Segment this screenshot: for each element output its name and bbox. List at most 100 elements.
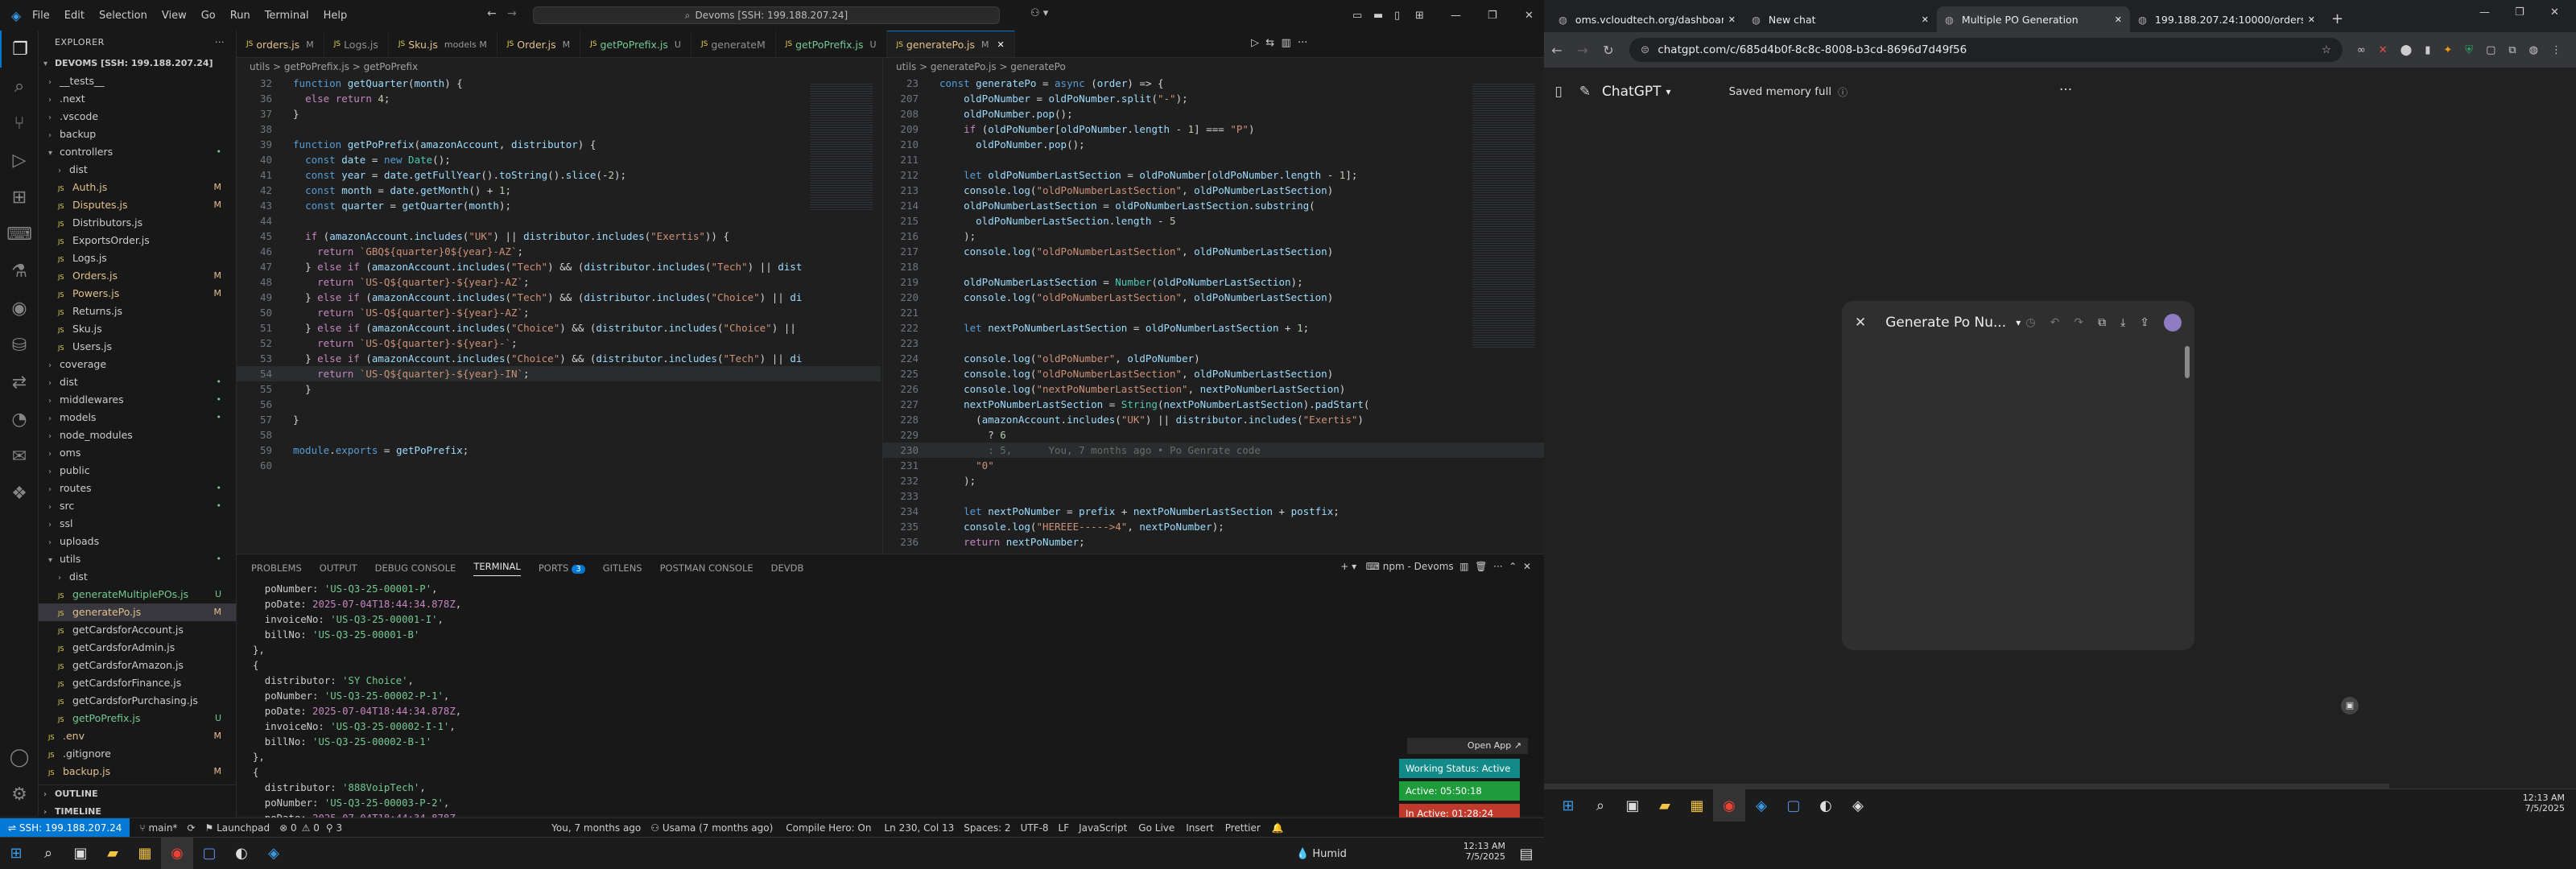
- code-line[interactable]: 36 else return 4;: [237, 91, 881, 106]
- launchpad-label[interactable]: Launchpad: [217, 822, 270, 834]
- maximize-panel-icon[interactable]: ⌃: [1509, 561, 1517, 572]
- code-line[interactable]: 45 if (amazonAccount.includes("UK") || d…: [237, 229, 881, 244]
- file-item[interactable]: JS Disputes.js M: [39, 196, 236, 214]
- folder-item[interactable]: › src •: [39, 497, 236, 515]
- code-line[interactable]: 229 ? 6: [883, 427, 1544, 443]
- workspace-root[interactable]: ▾ DEVOMS [SSH: 199.188.207.24]: [39, 55, 236, 72]
- close-panel-icon[interactable]: ✕: [1523, 561, 1531, 572]
- code-line[interactable]: 49 } else if (amazonAccount.includes("Te…: [237, 290, 881, 305]
- vscode-taskbar-icon[interactable]: ◈: [258, 838, 290, 869]
- editor-tab[interactable]: JS orders.js M: [237, 31, 324, 57]
- author-label[interactable]: Usama (7 months ago): [663, 822, 773, 834]
- code-line[interactable]: 41 const year = date.getFullYear().toStr…: [237, 167, 881, 183]
- back-icon[interactable]: ←: [487, 7, 497, 20]
- task-view-icon[interactable]: ▣: [64, 838, 97, 869]
- code-line[interactable]: 47 } else if (amazonAccount.includes("Te…: [237, 259, 881, 274]
- notifications-icon[interactable]: ▤: [1510, 838, 1542, 869]
- app-icon[interactable]: ◐: [225, 838, 258, 869]
- vscode-taskbar-icon[interactable]: ◈: [1745, 789, 1777, 822]
- new-chat-icon[interactable]: ✎: [1573, 84, 1597, 100]
- command-center[interactable]: ⌕ Devoms [SSH: 199.188.207.24]: [533, 6, 1000, 24]
- file-item[interactable]: JS backup.js M: [39, 763, 236, 780]
- errors-count[interactable]: 0: [291, 822, 297, 834]
- more-actions-icon[interactable]: ···: [215, 31, 225, 55]
- file-item[interactable]: JS .gitignore: [39, 745, 236, 763]
- folder-item[interactable]: › dist •: [39, 373, 236, 391]
- code-line[interactable]: 235 console.log("HEREEE----->4", nextPoN…: [883, 519, 1544, 534]
- file-item[interactable]: JS getCardsforAmazon.js: [39, 657, 236, 674]
- compare-icon[interactable]: ⇆: [1265, 37, 1274, 49]
- extension-icon[interactable]: ✕: [2379, 44, 2388, 56]
- zoom-icon[interactable]: ▢: [193, 838, 225, 869]
- undo-icon[interactable]: ↶: [2050, 316, 2060, 329]
- file-item[interactable]: JS ExportsOrder.js: [39, 232, 236, 249]
- indentation[interactable]: Spaces: 2: [964, 822, 1010, 834]
- copy-icon[interactable]: ⧉: [2098, 316, 2106, 329]
- forward-icon[interactable]: →: [507, 7, 517, 20]
- editor-tab[interactable]: JS generateM: [691, 31, 776, 57]
- right-code[interactable]: 23 const generatePo = async (order) => {2…: [883, 76, 1544, 550]
- remote-indicator[interactable]: ⇌ SSH: 199.188.207.24: [0, 818, 130, 838]
- cursor-position[interactable]: Ln 230, Col 13: [884, 822, 954, 834]
- code-line[interactable]: 37}: [237, 106, 881, 121]
- file-explorer-icon[interactable]: ▰: [1649, 789, 1681, 822]
- extension-icon[interactable]: ⬤: [2401, 44, 2413, 56]
- toggle-panel-icon[interactable]: ▬: [1373, 10, 1394, 22]
- info-icon[interactable]: ⓘ: [1838, 85, 1847, 99]
- folder-item[interactable]: › models •: [39, 409, 236, 426]
- overlay-icon[interactable]: ▣: [2341, 697, 2359, 715]
- code-line[interactable]: 51 } else if (amazonAccount.includes("Ch…: [237, 320, 881, 336]
- chevron-down-icon[interactable]: ▾: [2016, 317, 2021, 328]
- minimap[interactable]: [1472, 82, 1535, 348]
- left-breadcrumb[interactable]: utils > getPoPrefix.js > getPoPrefix: [237, 58, 881, 76]
- postman-icon[interactable]: ✉: [0, 438, 39, 475]
- code-line[interactable]: 213 console.log("oldPoNumberLastSection"…: [883, 183, 1544, 198]
- code-line[interactable]: 210 oldPoNumber.pop();: [883, 137, 1544, 152]
- line-ending[interactable]: LF: [1059, 822, 1070, 834]
- more-icon[interactable]: ···: [1493, 561, 1502, 572]
- branch-label[interactable]: main*: [148, 822, 177, 834]
- folder-item[interactable]: › routes •: [39, 480, 236, 497]
- run-debug-icon[interactable]: ▷: [0, 142, 39, 179]
- testing-icon[interactable]: ⚗: [0, 253, 39, 290]
- panel-tab-debug-console[interactable]: DEBUG CONSOLE: [375, 562, 456, 574]
- extension-icon[interactable]: ▢: [2486, 44, 2496, 56]
- file-item[interactable]: JS Returns.js: [39, 303, 236, 320]
- work-status-chip[interactable]: Working Status: Active: [1399, 759, 1520, 778]
- app-icon[interactable]: ◈: [1842, 789, 1874, 822]
- python-icon[interactable]: ❖: [0, 475, 39, 512]
- sync-icon[interactable]: ⟳: [187, 822, 195, 834]
- close-tab-icon[interactable]: ✕: [997, 39, 1005, 50]
- search-icon[interactable]: ⌕: [0, 68, 39, 105]
- code-line[interactable]: 219 oldPoNumberLastSection = Number(oldP…: [883, 274, 1544, 290]
- browser-tab[interactable]: ◍ 199.188.207.24:10000/orders ✕: [2130, 6, 2323, 32]
- sidebar-toggle-icon[interactable]: ▯: [1544, 84, 1573, 100]
- code-line[interactable]: 43 const quarter = getQuarter(month);: [237, 198, 881, 213]
- zoom-icon[interactable]: ▢: [1777, 789, 1810, 822]
- code-line[interactable]: 60: [237, 458, 881, 473]
- work-status-chip[interactable]: Active: 05:50:18: [1399, 781, 1520, 801]
- copilot-icon[interactable]: ⚇ ▾: [1030, 7, 1048, 19]
- browser-tab[interactable]: ◍ Multiple PO Generation ✕: [1937, 6, 2130, 32]
- panel-tab-gitlens[interactable]: GITLENS: [603, 562, 642, 574]
- chevron-down-icon[interactable]: ▾: [1666, 86, 1671, 97]
- back-icon[interactable]: ←: [1544, 43, 1570, 58]
- folder-item[interactable]: › public: [39, 462, 236, 480]
- redo-icon[interactable]: ↷: [2074, 316, 2083, 329]
- extension-icon[interactable]: ✦: [2443, 44, 2452, 56]
- close-tab-icon[interactable]: ✕: [2308, 14, 2315, 25]
- scrollbar[interactable]: [2185, 346, 2190, 378]
- editor-tab[interactable]: JS getPoPrefix.js U: [776, 31, 887, 57]
- extension-icon[interactable]: ⛨: [2465, 44, 2473, 56]
- timeline-icon[interactable]: ◔: [0, 401, 39, 438]
- search-icon[interactable]: ⌕: [1584, 789, 1616, 822]
- kill-terminal-icon[interactable]: 🗑: [1475, 561, 1487, 572]
- database-icon[interactable]: ⛁: [0, 327, 39, 364]
- file-item[interactable]: JS .env M: [39, 727, 236, 745]
- file-item[interactable]: JS Users.js: [39, 338, 236, 356]
- split-editor-icon[interactable]: ▥: [1281, 37, 1290, 49]
- bell-icon[interactable]: 🔔: [1272, 822, 1284, 834]
- browser-tab[interactable]: ◍ oms.vcloudtech.org/dashboard ✕: [1550, 6, 1744, 32]
- file-item[interactable]: JS Sku.js: [39, 320, 236, 338]
- code-line[interactable]: 234 let nextPoNumber = prefix + nextPoNu…: [883, 504, 1544, 519]
